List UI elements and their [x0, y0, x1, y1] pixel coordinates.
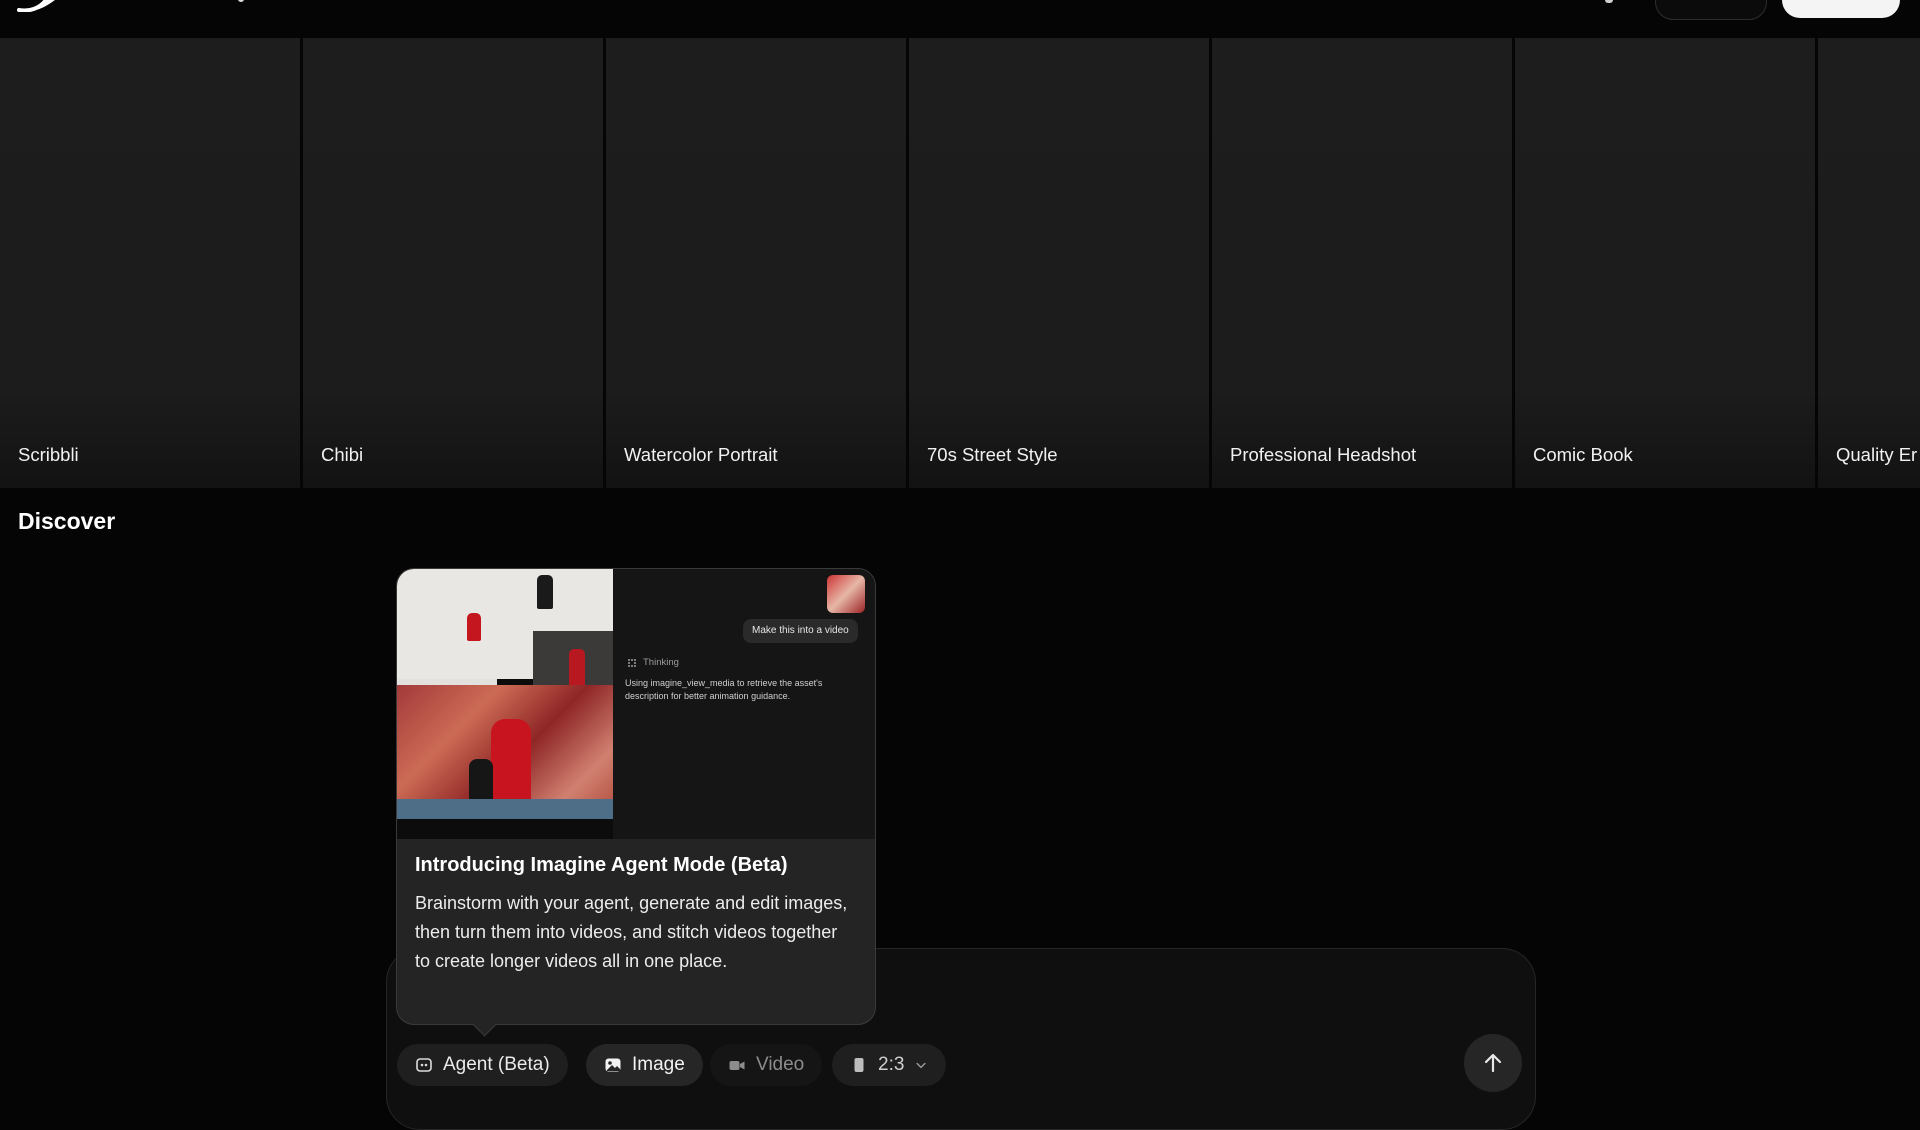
portrait-ratio-icon: [854, 1058, 864, 1072]
thinking-indicator: Thinking: [627, 657, 679, 668]
image-mode-label: Image: [632, 1054, 685, 1075]
collage-photo: [397, 799, 613, 819]
style-card-70s-street-style[interactable]: 70s Street Style: [909, 38, 1209, 488]
video-mode-label: Video: [756, 1054, 805, 1075]
preview-chat: Make this into a video Thinking Using im…: [613, 569, 875, 839]
style-card-chibi[interactable]: Chibi: [303, 38, 603, 488]
style-card-label: Comic Book: [1533, 444, 1633, 465]
nav-item-fragment[interactable]: [238, 0, 244, 2]
thinking-label: Thinking: [643, 657, 679, 668]
chat-attachment-thumbnail: [827, 575, 865, 613]
thinking-note: Using imagine_view_media to retrieve the…: [625, 678, 823, 701]
style-card-label: Chibi: [321, 444, 364, 465]
send-button[interactable]: [1464, 1034, 1522, 1092]
image-icon: [605, 1058, 621, 1072]
preview-image-collage: [397, 569, 613, 839]
app-logo-icon[interactable]: [16, 0, 66, 13]
figure-shape: [569, 649, 585, 689]
style-card-watercolor-portrait[interactable]: Watercolor Portrait: [606, 38, 906, 488]
style-presets-row: Scribbli Chibi Watercolor Portrait 70s S…: [0, 38, 1920, 488]
style-card-label: Watercolor Portrait: [624, 444, 778, 465]
style-card-professional-headshot[interactable]: Professional Headshot: [1212, 38, 1512, 488]
agent-icon: [416, 1058, 432, 1072]
header-primary-button[interactable]: [1782, 0, 1900, 18]
thinking-dots-icon: [628, 658, 636, 667]
figure-shape: [491, 719, 531, 809]
discover-heading: Discover: [18, 508, 116, 534]
style-card-label: Quality Er: [1836, 444, 1918, 465]
aspect-ratio-value: 2:3: [878, 1054, 905, 1075]
style-card-comic-book[interactable]: Comic Book: [1515, 38, 1815, 488]
top-bar: [0, 0, 1920, 36]
chat-user-message: Make this into a video: [743, 619, 858, 643]
arrow-up-icon: [1484, 1053, 1502, 1073]
agent-mode-announcement[interactable]: Make this into a video Thinking Using im…: [396, 568, 876, 1025]
style-card-label: Scribbli: [18, 444, 79, 465]
style-card-scribbli[interactable]: Scribbli: [0, 38, 300, 488]
style-card-label: Professional Headshot: [1230, 444, 1417, 465]
announcement-preview: Make this into a video Thinking Using im…: [397, 569, 875, 839]
style-card-quality-enhance[interactable]: Quality Er: [1818, 38, 1920, 488]
figure-shape: [467, 613, 481, 641]
video-camera-icon: [729, 1061, 745, 1070]
style-card-label: 70s Street Style: [927, 444, 1058, 465]
announcement-body: Brainstorm with your agent, generate and…: [415, 893, 848, 971]
figure-shape: [537, 575, 553, 609]
announcement-title: Introducing Imagine Agent Mode (Beta): [415, 854, 788, 876]
chevron-down-icon: [916, 1062, 927, 1069]
notification-icon[interactable]: [1605, 0, 1613, 3]
agent-mode-label: Agent (Beta): [443, 1054, 550, 1075]
header-secondary-button[interactable]: [1655, 0, 1767, 20]
